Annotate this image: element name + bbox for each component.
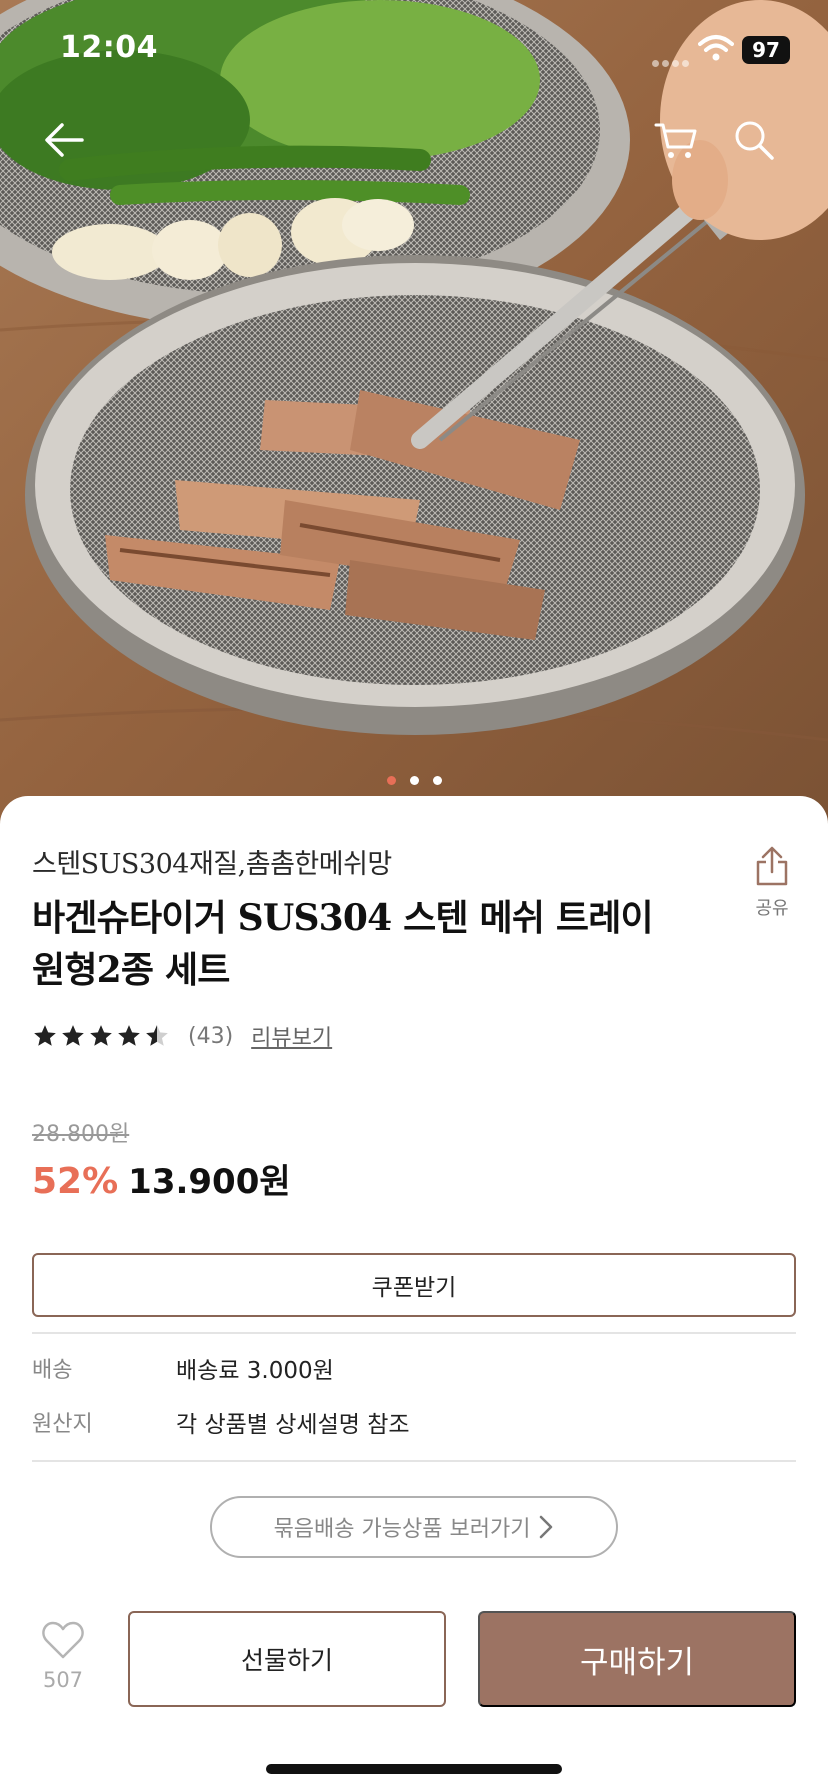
gift-button[interactable]: 선물하기 <box>128 1611 446 1707</box>
cart-button[interactable] <box>648 112 704 168</box>
share-icon <box>756 846 788 886</box>
product-title: 바겐슈타이거 SUS304 스텐 메쉬 트레이 원형2종 세트 <box>32 897 654 991</box>
status-bar: 12:04 97 <box>0 0 828 100</box>
status-time: 12:04 <box>60 30 158 65</box>
origin-row: 원산지 각 상품별 상세설명 참조 <box>32 1402 796 1442</box>
home-indicator <box>266 1764 562 1774</box>
battery-indicator: 97 <box>742 36 790 64</box>
divider <box>32 1460 796 1462</box>
carousel-indicator <box>0 770 828 789</box>
search-button[interactable] <box>726 112 782 168</box>
bundle-shipping-button[interactable]: 묶음배송 가능상품 보러가기 <box>210 1496 618 1558</box>
wifi-icon <box>698 35 734 61</box>
cellular-signal-icon <box>652 52 692 67</box>
like-button[interactable]: 507 <box>30 1620 96 1692</box>
chevron-right-icon <box>540 1515 553 1539</box>
star-icon <box>118 1025 140 1046</box>
half-star-icon <box>146 1025 168 1046</box>
arrow-left-icon <box>45 123 84 157</box>
view-reviews-link[interactable]: 리뷰보기 <box>251 1020 332 1052</box>
buy-button[interactable]: 구매하기 <box>478 1611 796 1707</box>
price-row: 52% 13.900원 <box>32 1154 291 1203</box>
sale-price: 13.900원 <box>128 1162 291 1202</box>
cart-icon <box>654 123 697 158</box>
original-price: 28.800원 <box>32 1122 130 1147</box>
review-count: (43) <box>188 1023 234 1049</box>
origin-value: 각 상품별 상세설명 참조 <box>176 1412 410 1438</box>
get-coupon-button[interactable]: 쿠폰받기 <box>32 1253 796 1317</box>
carousel-dot[interactable] <box>386 776 396 785</box>
star-icon <box>34 1025 56 1046</box>
discount-rate: 52% <box>32 1161 119 1202</box>
share-button[interactable]: 공유 <box>740 846 804 920</box>
bundle-shipping-label: 묶음배송 가능상품 보러가기 <box>273 1517 531 1542</box>
product-subtitle: 스텐SUS304재질,촘촘한메쉬망 <box>32 849 392 880</box>
search-icon <box>735 121 774 160</box>
star-rating <box>32 1023 172 1049</box>
carousel-dot[interactable] <box>432 776 442 785</box>
rating-row: (43) 리뷰보기 <box>32 1020 332 1052</box>
shipping-label: 배송 <box>32 1358 73 1383</box>
origin-label: 원산지 <box>32 1412 93 1437</box>
like-count: 507 <box>42 1668 84 1692</box>
divider <box>32 1332 796 1334</box>
star-icon <box>90 1025 112 1046</box>
back-button[interactable] <box>36 112 92 168</box>
shipping-fee: 배송료 3.000원 <box>176 1358 334 1384</box>
star-icon <box>62 1025 84 1046</box>
shipping-row: 배송 배송료 3.000원 <box>32 1348 796 1388</box>
share-label: 공유 <box>755 898 789 919</box>
heart-icon <box>42 1621 84 1659</box>
carousel-dot[interactable] <box>409 776 419 785</box>
